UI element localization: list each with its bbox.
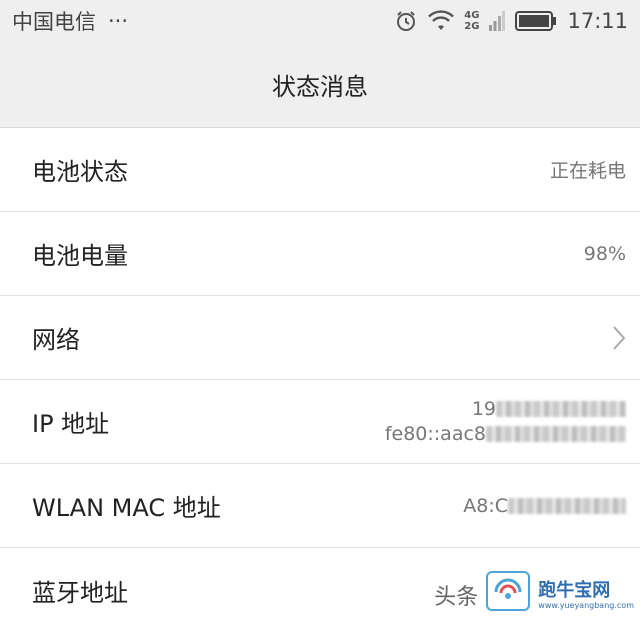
network-type-top: 4G [464, 10, 479, 21]
watermark-logo-icon [486, 571, 530, 611]
wlan-mac-prefix: A8:C [463, 495, 508, 517]
watermark-brand: 跑牛宝网 www.yueyangbang.com [538, 581, 634, 611]
wifi-icon [428, 10, 454, 32]
battery-status-value: 正在耗电 [550, 156, 626, 183]
redacted-ipv6 [486, 426, 626, 442]
page-title: 状态消息 [0, 42, 640, 128]
network-type-bottom: 2G [464, 21, 479, 32]
ipv6-line: fe80::aac8 [385, 422, 626, 447]
network-type-indicator: 4G 2G [464, 10, 479, 32]
carrier-name: 中国电信 [12, 6, 96, 36]
ipv4-prefix: 19 [472, 398, 496, 420]
battery-status-row: 电池状态 正在耗电 [0, 128, 640, 212]
ip-address-value: 19 fe80::aac8 [385, 397, 626, 447]
wlan-mac-row: WLAN MAC 地址 A8:C [0, 464, 640, 548]
battery-level-value: 98% [584, 243, 626, 265]
watermark: 头条 跑牛宝网 www.yueyangbang.com [434, 571, 634, 611]
wlan-mac-value: A8:C [463, 495, 626, 517]
ip-address-row: IP 地址 19 fe80::aac8 [0, 380, 640, 464]
clock-time: 17:11 [567, 9, 628, 33]
chevron-right-icon [612, 325, 626, 351]
network-label: 网络 [32, 320, 80, 355]
ipv6-prefix: fe80::aac8 [385, 423, 486, 445]
redacted-ipv4 [496, 401, 626, 417]
battery-status-label: 电池状态 [32, 152, 128, 187]
status-list: 电池状态 正在耗电 电池电量 98% 网络 IP 地址 19 fe80::aac… [0, 128, 640, 632]
redacted-mac [508, 498, 626, 514]
status-bar: 中国电信 ··· 4G 2G 17:11 [0, 0, 640, 42]
battery-icon [515, 10, 557, 32]
network-row[interactable]: 网络 [0, 296, 640, 380]
battery-level-row: 电池电量 98% [0, 212, 640, 296]
alarm-icon [394, 9, 418, 33]
watermark-brand-name: 跑牛宝网 [538, 581, 610, 601]
ipv4-line: 19 [472, 397, 626, 422]
battery-level-label: 电池电量 [32, 236, 128, 271]
wlan-mac-label: WLAN MAC 地址 [32, 488, 221, 523]
signal-icon [489, 10, 505, 32]
watermark-source: 头条 [434, 579, 478, 611]
bluetooth-address-label: 蓝牙地址 [32, 573, 128, 608]
ip-address-label: IP 地址 [32, 404, 109, 439]
more-notifications-icon: ··· [108, 9, 128, 33]
watermark-brand-url: www.yueyangbang.com [538, 601, 634, 611]
